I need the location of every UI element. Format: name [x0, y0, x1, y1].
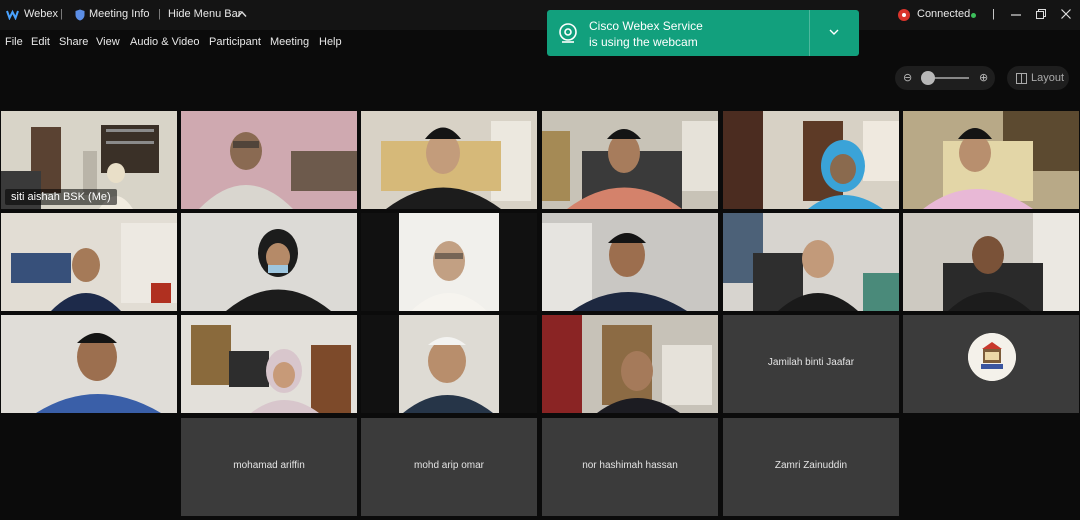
toast-title: Cisco Webex Service — [589, 19, 703, 33]
participant-video — [361, 213, 537, 311]
video-tile[interactable] — [361, 111, 537, 209]
participant-video — [1, 213, 177, 311]
zoom-slider[interactable]: ⊖ ⊕ — [895, 66, 995, 90]
participant-video — [903, 213, 1079, 311]
participant-video — [542, 213, 718, 311]
recording-status-icon — [898, 9, 910, 21]
menu-view[interactable]: View — [96, 36, 120, 48]
menu-audio-video[interactable]: Audio & Video — [130, 36, 200, 48]
video-tile[interactable] — [723, 213, 899, 311]
zoom-in-icon[interactable]: ⊕ — [979, 71, 988, 84]
chevron-down-icon[interactable] — [828, 26, 840, 38]
video-tile-self[interactable]: siti aishah BSK (Me) — [1, 111, 177, 209]
video-tile[interactable] — [542, 213, 718, 311]
video-tile[interactable] — [903, 111, 1079, 209]
title-bar: Webex | Meeting Info | Hide Menu Bar Con… — [0, 0, 1080, 30]
participant-video — [361, 111, 537, 209]
chevron-up-icon[interactable] — [237, 10, 247, 18]
participant-name: Zamri Zainuddin — [774, 460, 848, 471]
zoom-out-icon[interactable]: ⊖ — [903, 71, 912, 84]
video-tile[interactable] — [723, 111, 899, 209]
connected-indicator-icon — [971, 13, 976, 18]
participant-video — [542, 111, 718, 209]
participant-name: nor hashimah hassan — [582, 460, 678, 471]
participant-tile-no-video[interactable]: Jamilah binti Jaafar — [723, 315, 899, 413]
participant-video — [1, 315, 177, 413]
participant-video — [181, 111, 357, 209]
participant-tile-no-video[interactable]: Zamri Zainuddin — [723, 418, 899, 516]
layout-label: Layout — [1031, 72, 1065, 84]
video-tile[interactable] — [903, 213, 1079, 311]
participant-video — [181, 213, 357, 311]
participant-name: mohamad ariffin — [233, 460, 305, 471]
participant-video — [542, 315, 718, 413]
participant-video — [903, 111, 1079, 209]
separator: | — [992, 8, 995, 20]
participant-tile-no-video[interactable]: nor hashimah hassan — [542, 418, 718, 516]
shield-icon — [75, 9, 85, 21]
layout-icon — [1016, 73, 1027, 84]
webcam-icon — [559, 23, 577, 43]
video-tile[interactable] — [542, 315, 718, 413]
video-tile[interactable] — [181, 111, 357, 209]
connection-status: Connected — [917, 8, 971, 20]
participant-video — [361, 315, 537, 413]
participant-name: mohd arip omar — [413, 460, 485, 471]
separator: | — [158, 8, 161, 20]
video-tile[interactable] — [181, 213, 357, 311]
separator: | — [60, 8, 63, 20]
menu-participant[interactable]: Participant — [209, 36, 261, 48]
restore-icon[interactable] — [1036, 9, 1046, 19]
close-icon[interactable] — [1061, 9, 1071, 19]
menu-share[interactable]: Share — [59, 36, 88, 48]
zoom-handle[interactable] — [921, 71, 935, 85]
video-tile[interactable] — [1, 213, 177, 311]
participant-tile-no-video[interactable] — [903, 315, 1079, 413]
menu-edit[interactable]: Edit — [31, 36, 50, 48]
app-name[interactable]: Webex — [24, 8, 58, 20]
video-tile[interactable] — [361, 213, 537, 311]
menu-bar: File Edit Share View Audio & Video Parti… — [0, 30, 1080, 56]
participant-tile-no-video[interactable]: mohamad ariffin — [181, 418, 357, 516]
webcam-notification[interactable]: Cisco Webex Service is using the webcam — [547, 10, 859, 56]
webex-logo-icon — [6, 9, 19, 20]
participant-name: Jamilah binti Jaafar — [767, 357, 855, 368]
participant-tile-no-video[interactable]: mohd arip omar — [361, 418, 537, 516]
toast-message: is using the webcam — [589, 35, 698, 49]
menu-help[interactable]: Help — [319, 36, 342, 48]
self-name-label: siti aishah BSK (Me) — [5, 189, 117, 205]
minimize-icon[interactable] — [1011, 11, 1021, 19]
participant-video — [181, 315, 357, 413]
menu-meeting[interactable]: Meeting — [270, 36, 309, 48]
video-tile[interactable] — [1, 315, 177, 413]
meeting-info-button[interactable]: Meeting Info — [89, 8, 150, 20]
layout-button[interactable]: Layout — [1007, 66, 1069, 90]
video-tile[interactable] — [181, 315, 357, 413]
video-tile[interactable] — [361, 315, 537, 413]
menu-file[interactable]: File — [5, 36, 23, 48]
video-tile[interactable] — [542, 111, 718, 209]
toast-divider — [809, 10, 810, 56]
participant-video — [723, 213, 899, 311]
participant-video — [723, 111, 899, 209]
hide-menu-bar-button[interactable]: Hide Menu Bar — [168, 8, 241, 20]
crest-avatar — [968, 333, 1016, 381]
